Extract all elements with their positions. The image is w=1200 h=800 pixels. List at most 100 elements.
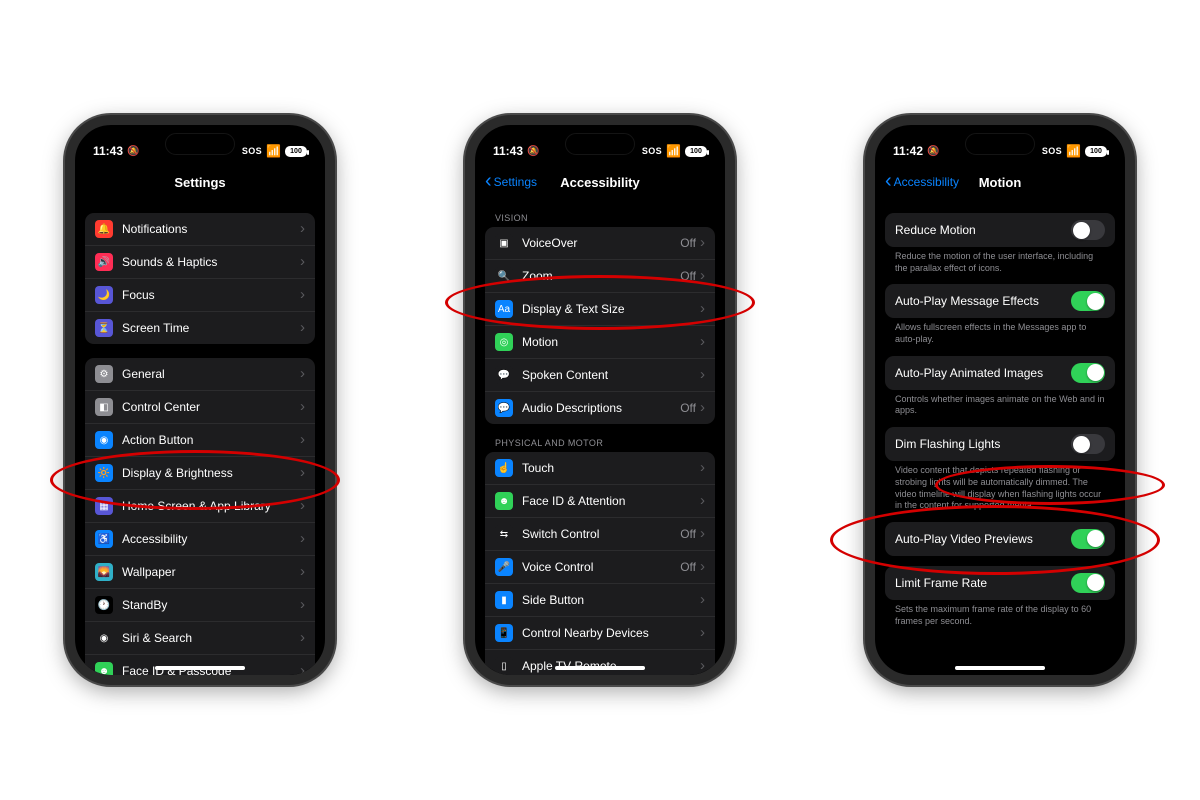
row-action-button[interactable]: ◉Action Button — [85, 423, 315, 456]
row-spoken-content[interactable]: 💬Spoken Content — [485, 358, 715, 391]
sos-icon: SOS — [242, 146, 262, 156]
row-siri-search[interactable]: ◉Siri & Search — [85, 621, 315, 654]
row-icon: ☝ — [495, 459, 513, 477]
accessibility-content[interactable]: VISION ▣VoiceOverOff🔍ZoomOffAaDisplay & … — [475, 199, 725, 675]
row-icon: 🌙 — [95, 286, 113, 304]
toggle[interactable] — [1071, 220, 1105, 240]
back-button[interactable]: Accessibility — [885, 175, 959, 189]
row-motion[interactable]: ◎ Motion — [485, 325, 715, 358]
row-standby[interactable]: 🕐StandBy — [85, 588, 315, 621]
row-label: Notifications — [122, 222, 300, 236]
toggle[interactable] — [1071, 291, 1105, 311]
row-icon: 🌄 — [95, 563, 113, 581]
row-icon: ▣ — [495, 234, 513, 252]
row-label: Display & Brightness — [122, 466, 300, 480]
row-label: VoiceOver — [522, 236, 680, 250]
row-label: Voice Control — [522, 560, 680, 574]
row-icon: ◉ — [95, 431, 113, 449]
row-dim-flashing-lights[interactable]: Dim Flashing Lights — [885, 427, 1115, 461]
row-switch-control[interactable]: ⇆Switch ControlOff — [485, 517, 715, 550]
row-icon: ♿ — [95, 530, 113, 548]
dynamic-island — [565, 133, 635, 155]
row-notifications[interactable]: 🔔Notifications — [85, 213, 315, 245]
row-footer: Controls whether images animate on the W… — [885, 390, 1115, 427]
row-label: Reduce Motion — [895, 223, 1071, 237]
settings-content[interactable]: 🔔Notifications 🔊 Sounds & Haptics 🌙 Focus ⏳Sc… — [75, 199, 325, 675]
row-label: Wallpaper — [122, 565, 300, 579]
row-value: Off — [680, 269, 696, 283]
row-auto-play-animated-images[interactable]: Auto-Play Animated Images — [885, 356, 1115, 390]
row-label: Motion — [522, 335, 700, 349]
row-auto-play-message-effects[interactable]: Auto-Play Message Effects — [885, 284, 1115, 318]
row-focus[interactable]: 🌙 Focus — [85, 278, 315, 311]
wifi-icon: 📶 — [666, 144, 681, 158]
row-general[interactable]: ⚙General — [85, 358, 315, 390]
row-icon: Aa — [495, 300, 513, 318]
row-label: Focus — [122, 288, 300, 302]
row-touch[interactable]: ☝ Touch — [485, 452, 715, 484]
row-face-id-attention[interactable]: ☻Face ID & Attention — [485, 484, 715, 517]
row-label: Auto-Play Message Effects — [895, 294, 1071, 308]
nav-bar: Settings Accessibility — [475, 165, 725, 199]
row-apple-tv-remote[interactable]: ▯Apple TV Remote — [485, 649, 715, 675]
row-label: Zoom — [522, 269, 680, 283]
toggle[interactable] — [1071, 573, 1105, 593]
row-display-brightness[interactable]: 🔆Display & Brightness — [85, 456, 315, 489]
row-screen-time[interactable]: ⏳Screen Time — [85, 311, 315, 344]
row-face-id-passcode[interactable]: ☻Face ID & Passcode — [85, 654, 315, 675]
dynamic-island — [965, 133, 1035, 155]
row-icon: 🔊 — [95, 253, 113, 271]
row-voiceover[interactable]: ▣VoiceOverOff — [485, 227, 715, 259]
home-indicator[interactable] — [155, 666, 245, 670]
battery-icon: 100 — [285, 146, 307, 157]
row-voice-control[interactable]: 🎤Voice ControlOff — [485, 550, 715, 583]
row-accessibility[interactable]: ♿Accessibility — [85, 522, 315, 555]
nav-bar: Settings — [75, 165, 325, 199]
row-control-nearby-devices[interactable]: 📱Control Nearby Devices — [485, 616, 715, 649]
home-indicator[interactable] — [555, 666, 645, 670]
back-button[interactable]: Settings — [485, 175, 537, 189]
toggle[interactable] — [1071, 529, 1105, 549]
row-value: Off — [680, 527, 696, 541]
page-title: Accessibility — [560, 175, 640, 190]
row-icon: 🔍 — [495, 267, 513, 285]
toggle[interactable] — [1071, 434, 1105, 454]
row-label: Control Center — [122, 400, 300, 414]
battery-icon: 100 — [1085, 146, 1107, 157]
row-label: Spoken Content — [522, 368, 700, 382]
row-label: General — [122, 367, 300, 381]
row-icon: ◎ — [495, 333, 513, 351]
row-limit-frame-rate[interactable]: Limit Frame Rate — [885, 566, 1115, 600]
row-audio-descriptions[interactable]: 💬Audio DescriptionsOff — [485, 391, 715, 424]
wifi-icon: 📶 — [1066, 144, 1081, 158]
row-display-text-size[interactable]: AaDisplay & Text Size — [485, 292, 715, 325]
motion-content[interactable]: Reduce MotionReduce the motion of the us… — [875, 199, 1125, 675]
row-icon: ▮ — [495, 591, 513, 609]
clock: 11:43 — [93, 144, 123, 158]
row-icon: ⇆ — [495, 525, 513, 543]
section-physical: PHYSICAL AND MOTOR — [485, 424, 715, 452]
row-zoom[interactable]: 🔍 ZoomOff — [485, 259, 715, 292]
row-icon: ▯ — [495, 657, 513, 675]
row-home-screen-app-library[interactable]: ▦Home Screen & App Library — [85, 489, 315, 522]
row-label: Sounds & Haptics — [122, 255, 300, 269]
row-reduce-motion[interactable]: Reduce Motion — [885, 213, 1115, 247]
row-icon: 💬 — [495, 399, 513, 417]
row-sounds-haptics[interactable]: 🔊 Sounds & Haptics — [85, 245, 315, 278]
toggle[interactable] — [1071, 363, 1105, 383]
battery-icon: 100 — [685, 146, 707, 157]
row-control-center[interactable]: ◧Control Center — [85, 390, 315, 423]
row-icon: 📱 — [495, 624, 513, 642]
row-icon: ☻ — [95, 662, 113, 675]
sos-icon: SOS — [642, 146, 662, 156]
row-side-button[interactable]: ▮Side Button — [485, 583, 715, 616]
row-auto-play-video-previews[interactable]: Auto-Play Video Previews — [885, 522, 1115, 556]
phone-accessibility: 11:43🔕 SOS📶100 Settings Accessibility VI… — [465, 115, 735, 685]
home-indicator[interactable] — [955, 666, 1045, 670]
page-title: Settings — [174, 175, 225, 190]
row-icon: ◉ — [95, 629, 113, 647]
row-label: Touch — [522, 461, 700, 475]
silent-icon: 🔕 — [927, 146, 939, 157]
row-wallpaper[interactable]: 🌄 Wallpaper — [85, 555, 315, 588]
row-icon: 🎤 — [495, 558, 513, 576]
